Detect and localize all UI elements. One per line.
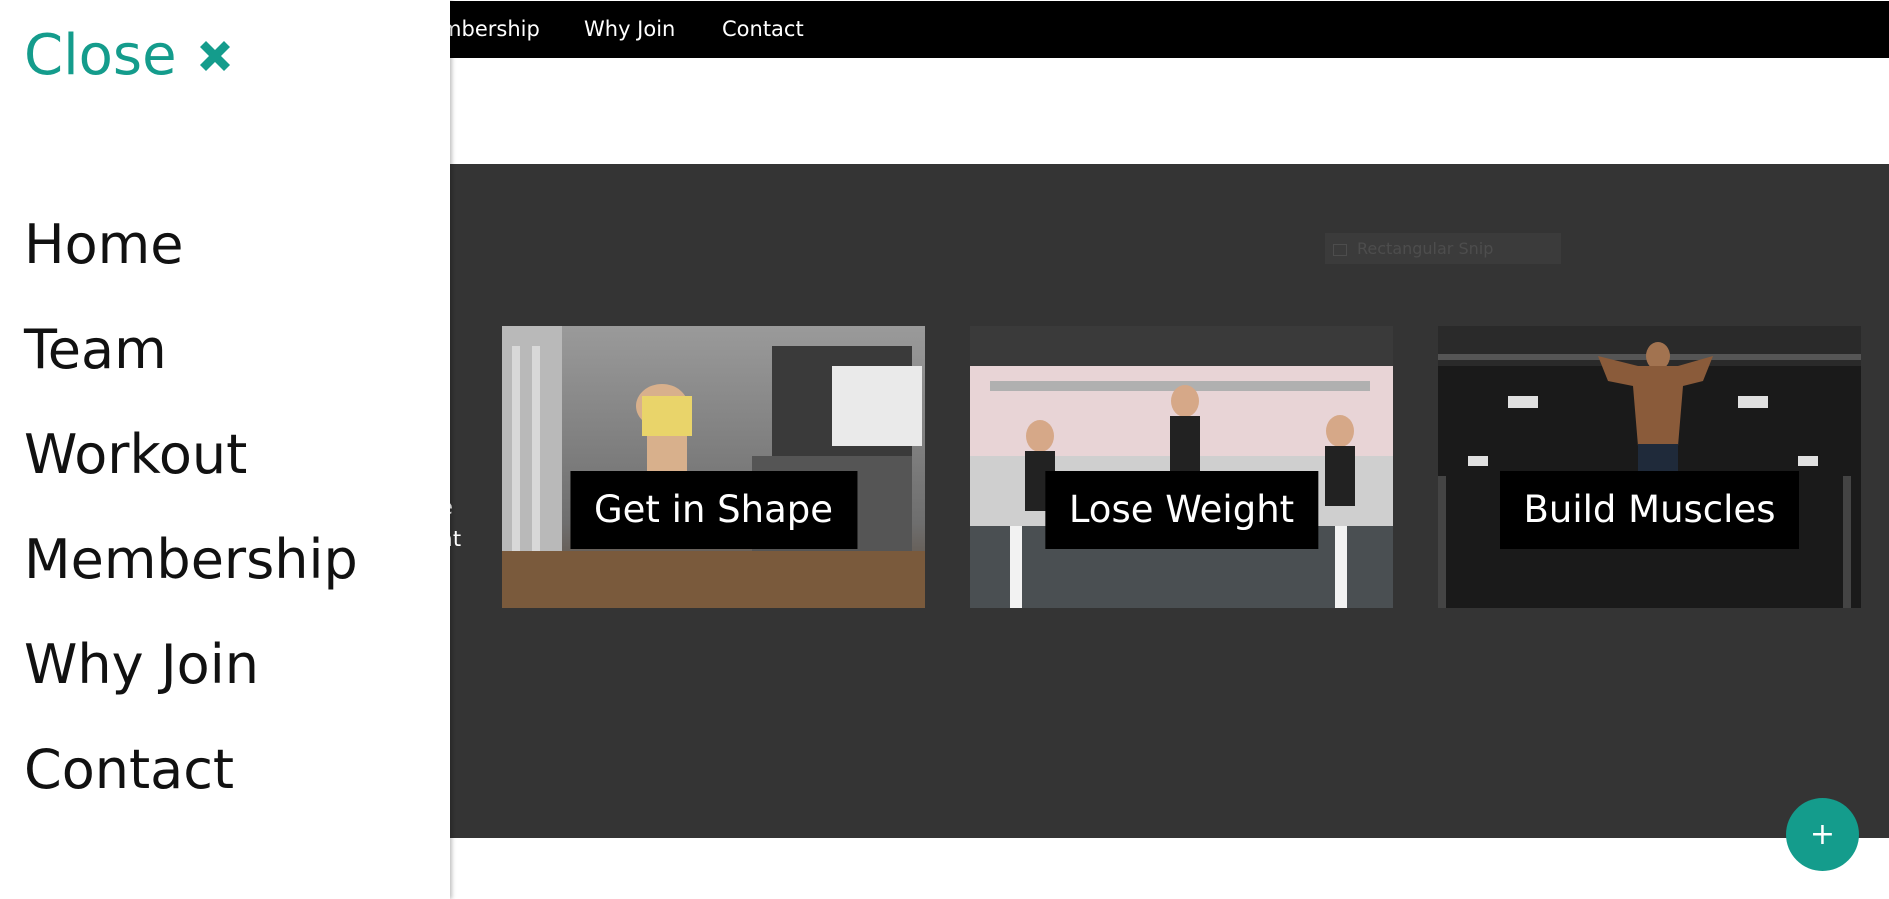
side-item-workout[interactable]: Workout (24, 420, 247, 490)
side-item-membership[interactable]: Membership (24, 525, 358, 595)
side-item-contact[interactable]: Contact (24, 735, 234, 805)
card-get-in-shape[interactable]: Get in Shape (502, 326, 925, 608)
card-caption: Lose Weight (1044, 471, 1319, 549)
nav-link-why-join[interactable]: Why Join (584, 1, 675, 58)
plus-icon: + (1809, 817, 1836, 852)
card-caption: Get in Shape (569, 471, 858, 549)
woman-cable-workout-photo (502, 326, 925, 608)
side-navigation: Close Home Team Workout Membership Why J… (0, 0, 450, 899)
card-lose-weight[interactable]: Lose Weight (970, 326, 1393, 608)
card-build-muscles[interactable]: Build Muscles (1438, 326, 1861, 608)
spin-class-photo (970, 326, 1393, 608)
side-item-why-join[interactable]: Why Join (24, 630, 259, 700)
side-item-team[interactable]: Team (24, 315, 167, 385)
pull-up-back-photo (1438, 326, 1861, 608)
snip-tooltip-text: Rectangular Snip (1357, 239, 1494, 258)
card-caption: Build Muscles (1499, 471, 1800, 549)
close-button[interactable]: Close (24, 22, 235, 90)
close-label: Close (24, 23, 177, 88)
close-icon (199, 41, 230, 71)
nav-link-contact[interactable]: Contact (722, 1, 804, 58)
side-item-home[interactable]: Home (24, 210, 183, 280)
snip-tooltip: Rectangular Snip (1325, 233, 1561, 264)
floating-add-button[interactable]: + (1786, 798, 1859, 871)
snip-icon (1333, 243, 1347, 256)
